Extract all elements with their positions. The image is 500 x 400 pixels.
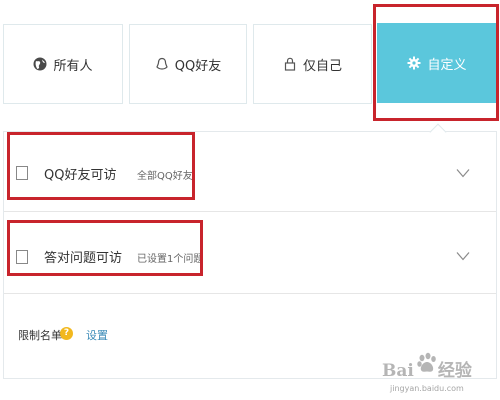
answer-question-checkbox[interactable] (16, 250, 28, 264)
help-icon[interactable]: ? (60, 327, 73, 340)
globe-icon (33, 57, 47, 71)
tab-everyone[interactable]: 所有人 (3, 24, 123, 104)
option-row-qq-friends[interactable]: QQ好友可访 全部QQ好友 (4, 132, 496, 212)
tab-only-me-label: 仅自己 (302, 58, 342, 74)
option-subtitle: 已设置1个问题 (137, 254, 204, 265)
lock-icon (283, 57, 297, 71)
option-title: 答对问题可访 (44, 251, 123, 266)
custom-options-panel: QQ好友可访 全部QQ好友 答对问题可访 已设置1个问题 (3, 131, 497, 379)
tab-qq-friends[interactable]: QQ好友 (129, 24, 247, 104)
tab-only-me[interactable]: 仅自己 (253, 24, 372, 104)
option-title: QQ好友可访 (44, 168, 117, 183)
qq-friends-checkbox[interactable] (16, 166, 28, 180)
tab-qq-friends-label: QQ好友 (174, 58, 222, 74)
option-subtitle: 全部QQ好友 (137, 171, 193, 182)
chevron-down-icon[interactable] (456, 251, 470, 261)
paw-logo-icon (417, 352, 436, 372)
tab-everyone-label: 所有人 (53, 58, 93, 74)
watermark-url: jingyan.baidu.com (390, 384, 464, 393)
tab-custom[interactable]: 自定义 (377, 23, 497, 103)
option-row-answer-question[interactable]: 答对问题可访 已设置1个问题 (4, 214, 496, 294)
person-icon (155, 57, 169, 71)
restriction-list-label: 限制名单 (18, 329, 62, 342)
restriction-settings-link[interactable]: 设置 (86, 327, 108, 343)
chevron-down-icon[interactable] (456, 168, 470, 178)
gear-icon (407, 56, 421, 70)
privacy-settings-panel: 所有人 QQ好友 仅自己 自定义 QQ好友可访 全部QQ好友 答对问题可访 已设… (0, 0, 500, 400)
tab-custom-label: 自定义 (427, 57, 467, 73)
baidu-jingyan-watermark: Bai 经验 jingyan.baidu.com (382, 352, 496, 398)
